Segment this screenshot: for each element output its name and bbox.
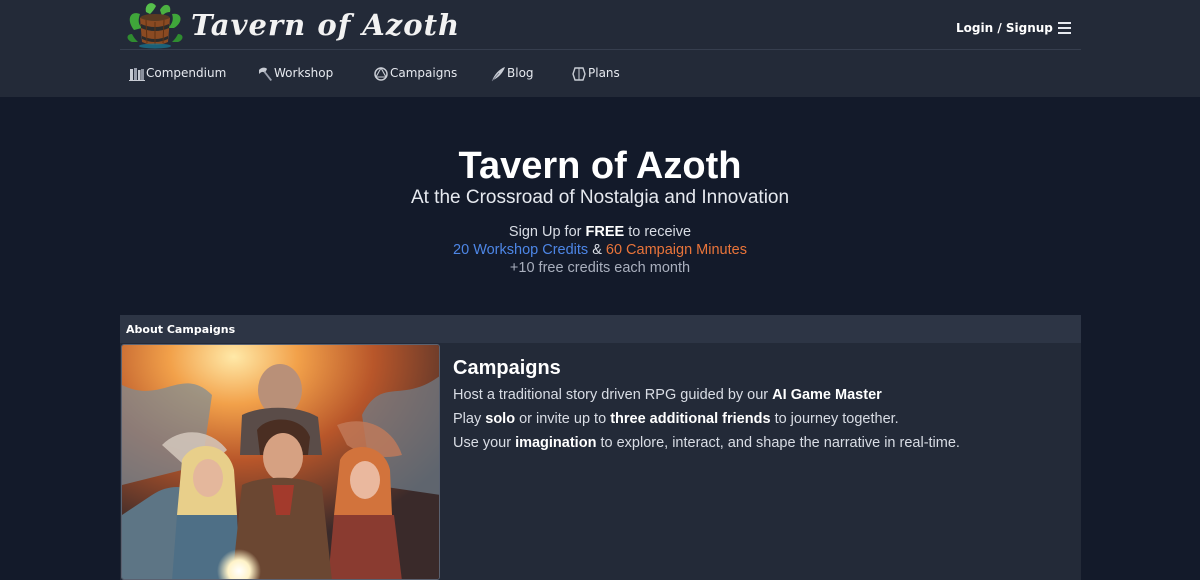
promo-suffix: to receive bbox=[628, 224, 692, 240]
nav-label: Campaigns bbox=[390, 66, 458, 80]
menu-bar bbox=[1058, 27, 1071, 29]
books-icon bbox=[129, 68, 145, 81]
about-campaigns-card: Campaigns Host a traditional story drive… bbox=[120, 343, 1081, 580]
text-segment: Host a traditional story driven RPG guid… bbox=[453, 387, 769, 403]
text-segment: Use your bbox=[453, 435, 512, 451]
highlight-solo: solo bbox=[485, 411, 516, 427]
logo-wordmark: Tavern of Azoth bbox=[191, 8, 461, 42]
monthly-credits-text: +10 free credits each month bbox=[509, 260, 691, 276]
hero-subtitle: At the Crossroad of Nostalgia and Innova… bbox=[410, 187, 790, 208]
text-segment: Play bbox=[453, 411, 482, 427]
hero-title: Tavern of Azoth bbox=[458, 145, 742, 187]
campaign-artwork-image bbox=[121, 344, 440, 580]
campaigns-title: Campaigns bbox=[453, 357, 561, 379]
highlight-imagination: imagination bbox=[515, 435, 597, 451]
login-signup-link[interactable]: Login / Signup bbox=[956, 21, 1053, 35]
campaign-desc-line-1: Host a traditional story driven RPG guid… bbox=[453, 387, 882, 403]
promo-free: FREE bbox=[585, 224, 625, 240]
text-segment: to explore, interact, and shape the narr… bbox=[600, 435, 960, 451]
about-campaigns-header: About Campaigns bbox=[120, 315, 1081, 343]
nav-label: Plans bbox=[588, 66, 620, 80]
campaign-minutes-text: 60 Campaign Minutes bbox=[605, 242, 747, 258]
promo-prefix: Sign Up for bbox=[508, 224, 582, 240]
text-segment: to journey together. bbox=[774, 411, 899, 427]
highlight-friends: three additional friends bbox=[610, 411, 771, 427]
quill-icon bbox=[491, 67, 505, 82]
nav-label: Blog bbox=[507, 66, 534, 80]
menu-bar bbox=[1058, 22, 1071, 24]
axe-icon bbox=[259, 67, 272, 81]
potion-barrel-icon bbox=[127, 3, 183, 49]
text-segment: or invite up to bbox=[519, 411, 607, 427]
hamburger-menu-icon[interactable] bbox=[1056, 20, 1074, 36]
top-bar: Tavern of Azoth Login / Signup bbox=[120, 0, 1081, 50]
campaign-desc-line-2: Play solo or invite up to three addition… bbox=[453, 411, 899, 427]
amp-text: & bbox=[592, 242, 602, 258]
promo-rewards-line: 20 Workshop Credits & 60 Campaign Minute… bbox=[0, 242, 1200, 258]
signup-promo-line: Sign Up for FREE to receive bbox=[0, 224, 1200, 240]
d20-dice-icon bbox=[374, 66, 388, 81]
gem-icon bbox=[572, 67, 586, 81]
workshop-credits-text: 20 Workshop Credits bbox=[453, 242, 589, 258]
header-inner: Tavern of Azoth Login / Signup Compendiu… bbox=[120, 0, 1081, 97]
highlight-ai-game-master: AI Game Master bbox=[772, 387, 882, 403]
nav-label: Workshop bbox=[274, 66, 334, 80]
site-header: Tavern of Azoth Login / Signup Compendiu… bbox=[0, 0, 1200, 97]
campaign-desc-line-3: Use your imagination to explore, interac… bbox=[453, 435, 960, 451]
about-campaigns-heading: About Campaigns bbox=[126, 323, 236, 336]
hero-section: Tavern of Azoth At the Crossroad of Nost… bbox=[0, 97, 1200, 315]
menu-bar bbox=[1058, 32, 1071, 34]
nav-label: Compendium bbox=[146, 66, 227, 80]
campaign-artwork bbox=[122, 345, 439, 579]
site-logo[interactable]: Tavern of Azoth bbox=[124, 0, 459, 50]
main-nav: Compendium Workshop Campaigns Blog Plans bbox=[120, 51, 1081, 97]
